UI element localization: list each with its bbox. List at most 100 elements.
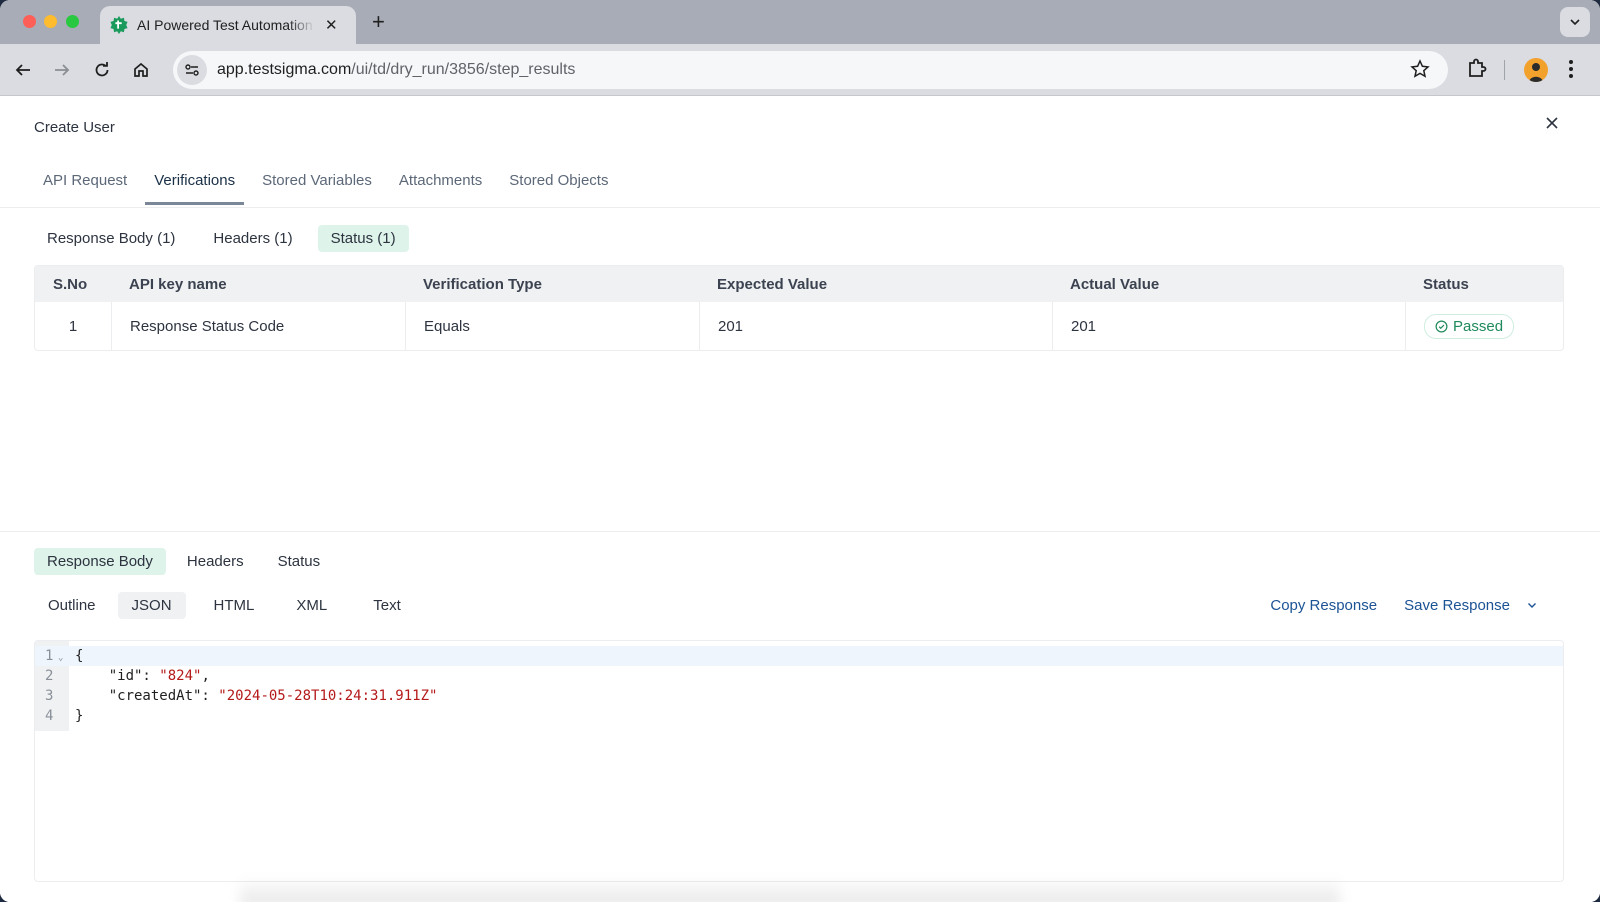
column-header-api-key-name: API key name (111, 266, 405, 302)
filter-headers[interactable]: Headers (1) (200, 225, 305, 252)
json-key: "id": (75, 668, 160, 684)
code-text: "id": "824", (75, 666, 210, 686)
format-tabs: Outline JSON HTML XML Text (34, 592, 415, 619)
profile-picture-icon (1529, 63, 1543, 82)
cell-actual-value: 201 (1052, 302, 1405, 350)
tab-title: AI Powered Test Automation Platform (137, 17, 315, 33)
star-icon[interactable] (1410, 59, 1430, 79)
back-button[interactable] (11, 58, 35, 82)
divider (0, 207, 1600, 208)
arrow-right-icon (55, 64, 70, 76)
response-tabs: Response Body Headers Status (34, 548, 333, 575)
cell-sno: 1 (68, 317, 78, 335)
tab-verifications[interactable]: Verifications (145, 161, 245, 205)
response-tab-headers[interactable]: Headers (174, 548, 257, 575)
json-punct: , (201, 668, 210, 684)
code-text: } (75, 708, 84, 724)
column-header-verification-type: Verification Type (405, 266, 699, 302)
code-line: 4 } (35, 706, 1563, 726)
code-line: 1 ⌄ { (35, 646, 1563, 666)
save-response-button[interactable]: Save Response (1404, 597, 1510, 614)
browser-toolbar: app.testsigma.com/ui/td/dry_run/3856/ste… (0, 44, 1600, 96)
tab-api-request[interactable]: API Request (34, 161, 136, 205)
tab-strip: AI Powered Test Automation Platform ✕ + (0, 0, 1600, 44)
filter-response-body[interactable]: Response Body (1) (34, 225, 188, 252)
close-window-button[interactable] (23, 15, 36, 28)
panel-tabs: API Request Verifications Stored Variabl… (34, 161, 1600, 205)
browser-tab[interactable]: AI Powered Test Automation Platform ✕ (100, 6, 356, 44)
tab-stored-variables[interactable]: Stored Variables (253, 161, 381, 205)
url-path: /ui/td/dry_run/3856/step_results (351, 61, 576, 78)
maximize-window-button[interactable] (66, 15, 79, 28)
response-tab-status[interactable]: Status (265, 548, 334, 575)
json-key: "createdAt": (75, 688, 219, 704)
url-host: app.testsigma.com (217, 61, 352, 78)
bottom-shadow (240, 877, 1340, 902)
json-string-value: "824" (159, 668, 202, 684)
fold-chevron-icon[interactable]: ⌄ (58, 648, 63, 668)
chevron-down-icon[interactable] (1527, 602, 1537, 609)
site-settings-button[interactable] (177, 55, 207, 85)
chevron-down-icon (1570, 19, 1580, 26)
new-tab-button[interactable]: + (372, 9, 385, 35)
response-actions: Copy Response Save Response (1270, 597, 1537, 614)
json-code-editor[interactable]: 1 ⌄ { 2 "id": "824", 3 "createdAt": "202… (34, 640, 1564, 882)
line-number: 2 (45, 668, 54, 684)
code-text: { (75, 648, 84, 664)
testsigma-logo-icon (110, 16, 128, 34)
format-json[interactable]: JSON (117, 592, 186, 619)
reload-icon (95, 62, 109, 77)
divider (0, 531, 1600, 532)
close-icon[interactable] (1544, 115, 1560, 131)
column-header-actual-value: Actual Value (1052, 266, 1405, 302)
response-tab-body[interactable]: Response Body (34, 548, 166, 575)
code-text: "createdAt": "2024-05-28T10:24:31.911Z" (75, 686, 438, 706)
tune-icon (185, 64, 199, 76)
cell-status: Passed (1405, 302, 1563, 350)
table-row: 1 Response Status Code Equals 201 201 Pa… (35, 302, 1563, 350)
toolbar-divider (1504, 60, 1505, 80)
verifications-table: S.No API key name Verification Type Expe… (34, 265, 1564, 351)
address-bar[interactable]: app.testsigma.com/ui/td/dry_run/3856/ste… (173, 51, 1448, 89)
minimize-window-button[interactable] (44, 15, 57, 28)
line-number: 1 (45, 648, 54, 664)
column-header-status: Status (1405, 266, 1563, 302)
verification-filter-tabs: Response Body (1) Headers (1) Status (1) (34, 225, 409, 252)
avatar[interactable] (1524, 58, 1548, 82)
status-text: Passed (1453, 317, 1504, 335)
url-text: app.testsigma.com/ui/td/dry_run/3856/ste… (217, 61, 575, 79)
home-button[interactable] (129, 58, 153, 82)
line-number: 3 (45, 688, 54, 704)
cell-api-key-name: Response Status Code (111, 302, 405, 350)
format-xml[interactable]: XML (282, 592, 341, 619)
cell-verification-type: Equals (405, 302, 699, 350)
cell-expected-value: 201 (699, 302, 1052, 350)
arrow-left-icon (15, 64, 30, 76)
kebab-icon[interactable] (1568, 58, 1574, 80)
step-results-panel: Create User API Request Verifications St… (0, 97, 1600, 902)
table-header-row: S.No API key name Verification Type Expe… (35, 266, 1563, 302)
check-circle-icon (1435, 320, 1448, 332)
column-header-expected-value: Expected Value (699, 266, 1052, 302)
column-header-sno: S.No (35, 266, 111, 302)
format-text[interactable]: Text (359, 592, 415, 619)
puzzle-icon[interactable] (1466, 58, 1488, 80)
json-string-value: "2024-05-28T10:24:31.911Z" (218, 688, 438, 704)
format-html[interactable]: HTML (200, 592, 269, 619)
panel-title: Create User (34, 119, 115, 136)
code-line: 3 "createdAt": "2024-05-28T10:24:31.911Z… (35, 686, 1563, 706)
reload-button[interactable] (90, 58, 114, 82)
copy-response-button[interactable]: Copy Response (1270, 597, 1377, 614)
filter-status[interactable]: Status (1) (317, 225, 409, 252)
code-line: 2 "id": "824", (35, 666, 1563, 686)
line-number: 4 (45, 708, 54, 724)
tab-search-button[interactable] (1560, 7, 1590, 37)
tab-stored-objects[interactable]: Stored Objects (500, 161, 617, 205)
forward-button[interactable] (50, 58, 74, 82)
home-icon (134, 62, 148, 77)
tab-attachments[interactable]: Attachments (390, 161, 491, 205)
status-badge: Passed (1424, 313, 1515, 339)
browser-window: AI Powered Test Automation Platform ✕ + … (0, 0, 1600, 902)
format-outline[interactable]: Outline (34, 592, 110, 619)
close-tab-icon[interactable]: ✕ (325, 16, 338, 34)
